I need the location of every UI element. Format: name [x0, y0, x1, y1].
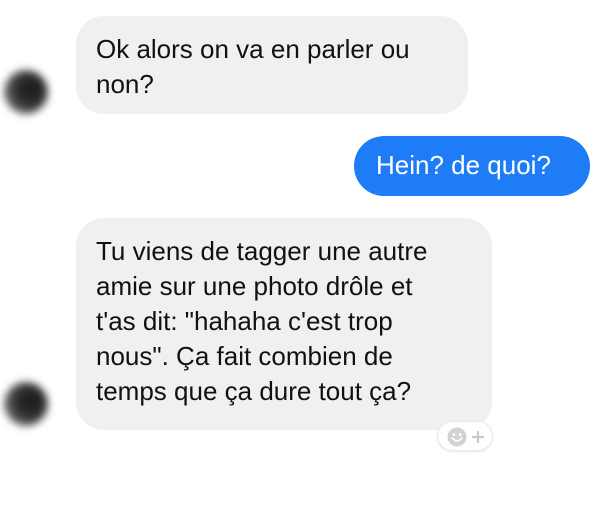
outgoing-message-bubble[interactable]: Hein? de quoi?: [354, 136, 590, 196]
sender-avatar[interactable]: [4, 70, 48, 114]
message-text: Hein? de quoi?: [376, 150, 551, 180]
message-text: Tu viens de tagger une autre amie sur un…: [96, 236, 428, 406]
incoming-message-bubble[interactable]: Tu viens de tagger une autre amie sur un…: [76, 218, 492, 430]
incoming-message-bubble[interactable]: Ok alors on va en parler ou non?: [76, 16, 468, 114]
sender-avatar[interactable]: [4, 382, 48, 426]
message-text: Ok alors on va en parler ou non?: [96, 34, 410, 99]
smiley-plus-icon: [447, 427, 485, 447]
add-reaction-button[interactable]: [437, 421, 493, 451]
